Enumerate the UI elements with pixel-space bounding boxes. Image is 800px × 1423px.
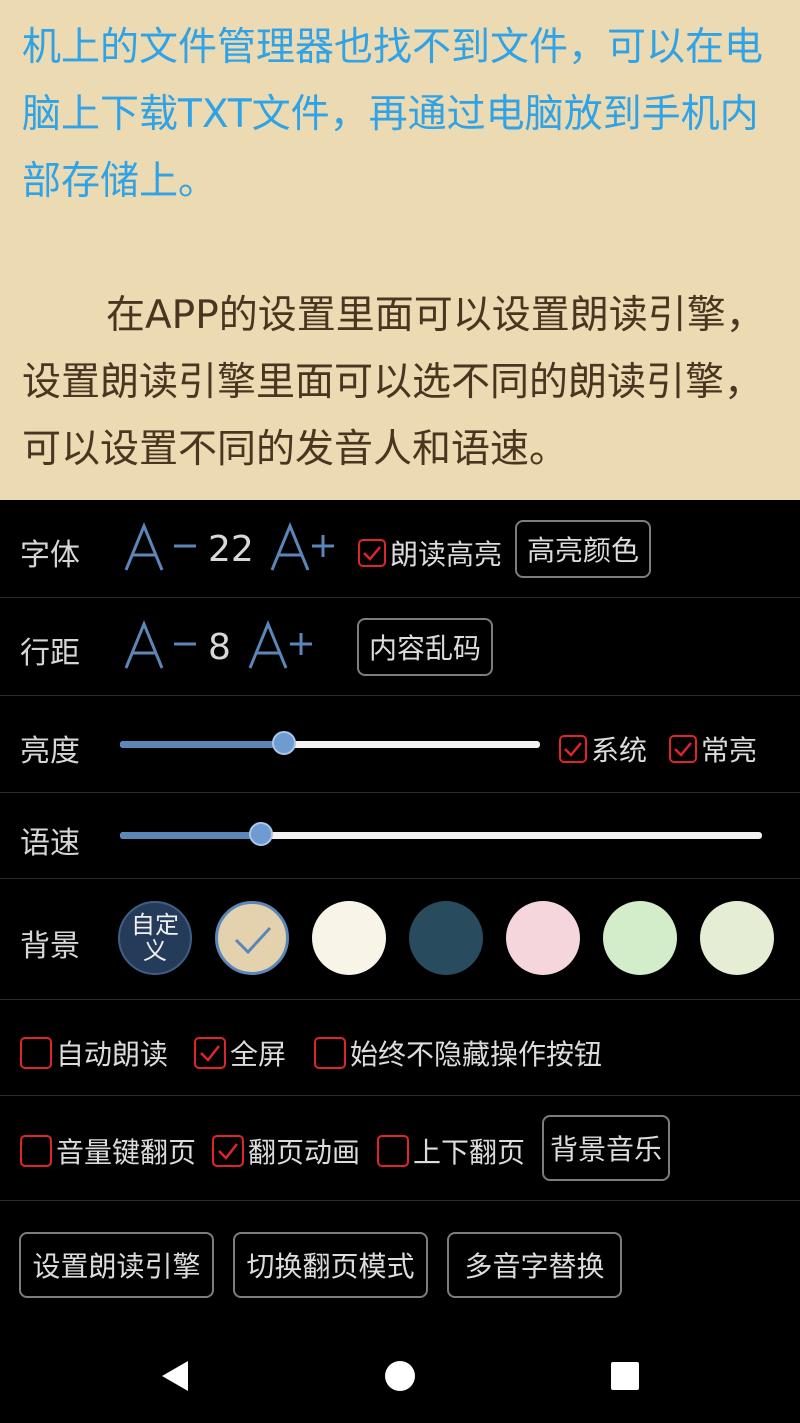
background-swatch[interactable] [312,901,386,975]
line-spacing-row: 行距 8 内容乱码 [0,598,800,696]
page-turn-animation-checkbox[interactable]: 翻页动画 [212,1131,360,1171]
brightness-slider[interactable] [120,731,540,755]
speech-speed-label: 语速 [20,826,80,861]
background-label: 背景 [20,929,80,964]
reader-paragraph-2-text: 在APP的设置里面可以设置朗读引擎，设置朗读引擎里面可以选不同的朗读引擎，可以设… [22,293,765,472]
background-swatch[interactable] [603,901,677,975]
volume-key-page-turn-label: 音量键翻页 [56,1136,197,1169]
brightness-slider-thumb[interactable] [272,731,296,755]
fullscreen-checkbox[interactable]: 全屏 [194,1033,286,1073]
background-row: 背景 自定义 [0,879,800,1000]
always-show-buttons-checkbox[interactable]: 始终不隐藏操作按钮 [314,1033,602,1073]
checkbox-box [377,1135,409,1167]
checkbox-box [314,1037,346,1069]
checkbox-box [194,1037,226,1069]
brightness-label: 亮度 [20,734,80,769]
fullscreen-label: 全屏 [230,1038,287,1071]
spacing-decrease-icon[interactable] [122,620,198,672]
selected-check-icon [234,926,272,955]
speech-speed-slider-fill [120,832,261,839]
line-spacing-label: 行距 [20,636,80,671]
background-swatch[interactable] [215,901,289,975]
reader-content: 机上的文件管理器也找不到文件，可以在电脑上下载TXT文件，再通过电脑放到手机内部… [0,0,800,500]
settings-panel: 字体 22 朗读高亮 高亮颜色 行距 8 内容乱码 亮度 系统 常亮 语速 背景… [0,500,800,1323]
font-size-value: 22 [208,529,254,570]
background-swatch[interactable] [506,901,580,975]
checkbox-box [212,1135,244,1167]
read-highlight-label: 朗读高亮 [390,538,503,571]
keep-screen-on-label: 常亮 [701,734,758,767]
garbled-content-button[interactable]: 内容乱码 [357,618,493,676]
speech-speed-row: 语速 [0,793,800,879]
font-row: 字体 22 朗读高亮 高亮颜色 [0,500,800,598]
vertical-page-turn-label: 上下翻页 [413,1136,526,1169]
auto-read-checkbox[interactable]: 自动朗读 [20,1033,168,1073]
always-show-buttons-label: 始终不隐藏操作按钮 [350,1038,603,1071]
brightness-slider-fill [120,741,284,748]
speech-speed-slider[interactable] [120,822,762,846]
options-row-2: 音量键翻页 翻页动画 上下翻页 背景音乐 [0,1096,800,1201]
checkbox-box [559,735,587,763]
highlight-color-button[interactable]: 高亮颜色 [515,520,651,578]
line-spacing-value: 8 [208,627,231,668]
switch-page-mode-button[interactable]: 切换翻页模式 [233,1232,428,1298]
tts-engine-settings-button[interactable]: 设置朗读引擎 [19,1232,214,1298]
auto-read-label: 自动朗读 [56,1038,169,1071]
spacing-increase-icon[interactable] [246,620,316,672]
options-row-1: 自动朗读 全屏 始终不隐藏操作按钮 [0,1000,800,1096]
system-brightness-label: 系统 [591,734,648,767]
read-highlight-checkbox[interactable]: 朗读高亮 [358,533,502,573]
background-music-button[interactable]: 背景音乐 [542,1115,670,1181]
recents-icon[interactable] [610,1361,640,1391]
font-increase-icon[interactable] [268,522,338,574]
keep-screen-on-checkbox[interactable]: 常亮 [669,729,757,769]
background-swatch[interactable] [700,901,774,975]
volume-key-page-turn-checkbox[interactable]: 音量键翻页 [20,1131,196,1171]
checkbox-box [20,1037,52,1069]
font-decrease-icon[interactable] [122,522,198,574]
reader-paragraph-2: 在APP的设置里面可以设置朗读引擎，设置朗读引擎里面可以选不同的朗读引擎，可以设… [0,282,800,483]
reader-paragraph-1: 机上的文件管理器也找不到文件，可以在电脑上下载TXT文件，再通过电脑放到手机内部… [22,25,764,204]
home-icon[interactable] [384,1360,416,1392]
checkbox-box [669,735,697,763]
background-swatch[interactable] [409,901,483,975]
checkbox-box [20,1135,52,1167]
polyphone-replace-button[interactable]: 多音字替换 [447,1232,622,1298]
vertical-page-turn-checkbox[interactable]: 上下翻页 [377,1131,525,1171]
checkbox-box [358,539,386,567]
custom-background-button[interactable]: 自定义 [118,901,192,975]
back-icon[interactable] [160,1359,190,1393]
font-label: 字体 [20,538,80,573]
page-turn-animation-label: 翻页动画 [248,1136,361,1169]
brightness-row: 亮度 系统 常亮 [0,696,800,793]
system-nav-bar [0,1323,800,1423]
system-brightness-checkbox[interactable]: 系统 [559,729,647,769]
speech-speed-slider-thumb[interactable] [249,822,273,846]
